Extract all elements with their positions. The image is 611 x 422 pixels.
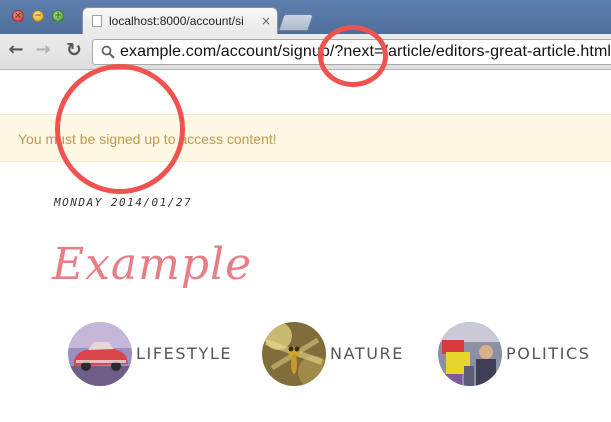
reload-icon[interactable]: ↻ — [62, 38, 86, 62]
browser-title-bar: × − + localhost:8000/account/si × — [0, 0, 611, 34]
annotation-circle — [55, 64, 185, 194]
lifestyle-thumbnail[interactable] — [68, 322, 132, 386]
date-line: Monday 2014/01/27 — [54, 196, 193, 209]
window-close-button[interactable]: × — [12, 10, 24, 22]
forward-arrow-icon[interactable]: → — [31, 38, 55, 62]
window-maximize-button[interactable]: + — [52, 10, 64, 22]
tab-title: localhost:8000/account/si — [109, 14, 244, 28]
category-label[interactable]: LIFESTYLE — [136, 345, 232, 363]
tab-close-icon[interactable]: × — [261, 14, 271, 28]
category-label[interactable]: POLITICS — [506, 345, 591, 363]
browser-toolbar: ← → ↻ example.com/account/signup/?next=/… — [0, 34, 611, 70]
new-tab-button[interactable] — [278, 14, 314, 31]
annotation-circle — [318, 25, 388, 87]
politics-thumbnail[interactable] — [438, 322, 502, 386]
browser-tab[interactable]: localhost:8000/account/si × — [82, 7, 278, 34]
window-minimize-button[interactable]: − — [32, 10, 44, 22]
page-icon — [92, 15, 102, 27]
site-title[interactable]: Example — [52, 240, 252, 290]
nature-thumbnail[interactable] — [262, 322, 326, 386]
back-arrow-icon[interactable]: ← — [4, 38, 28, 62]
category-label[interactable]: NATURE — [330, 345, 404, 363]
search-icon — [101, 45, 115, 59]
